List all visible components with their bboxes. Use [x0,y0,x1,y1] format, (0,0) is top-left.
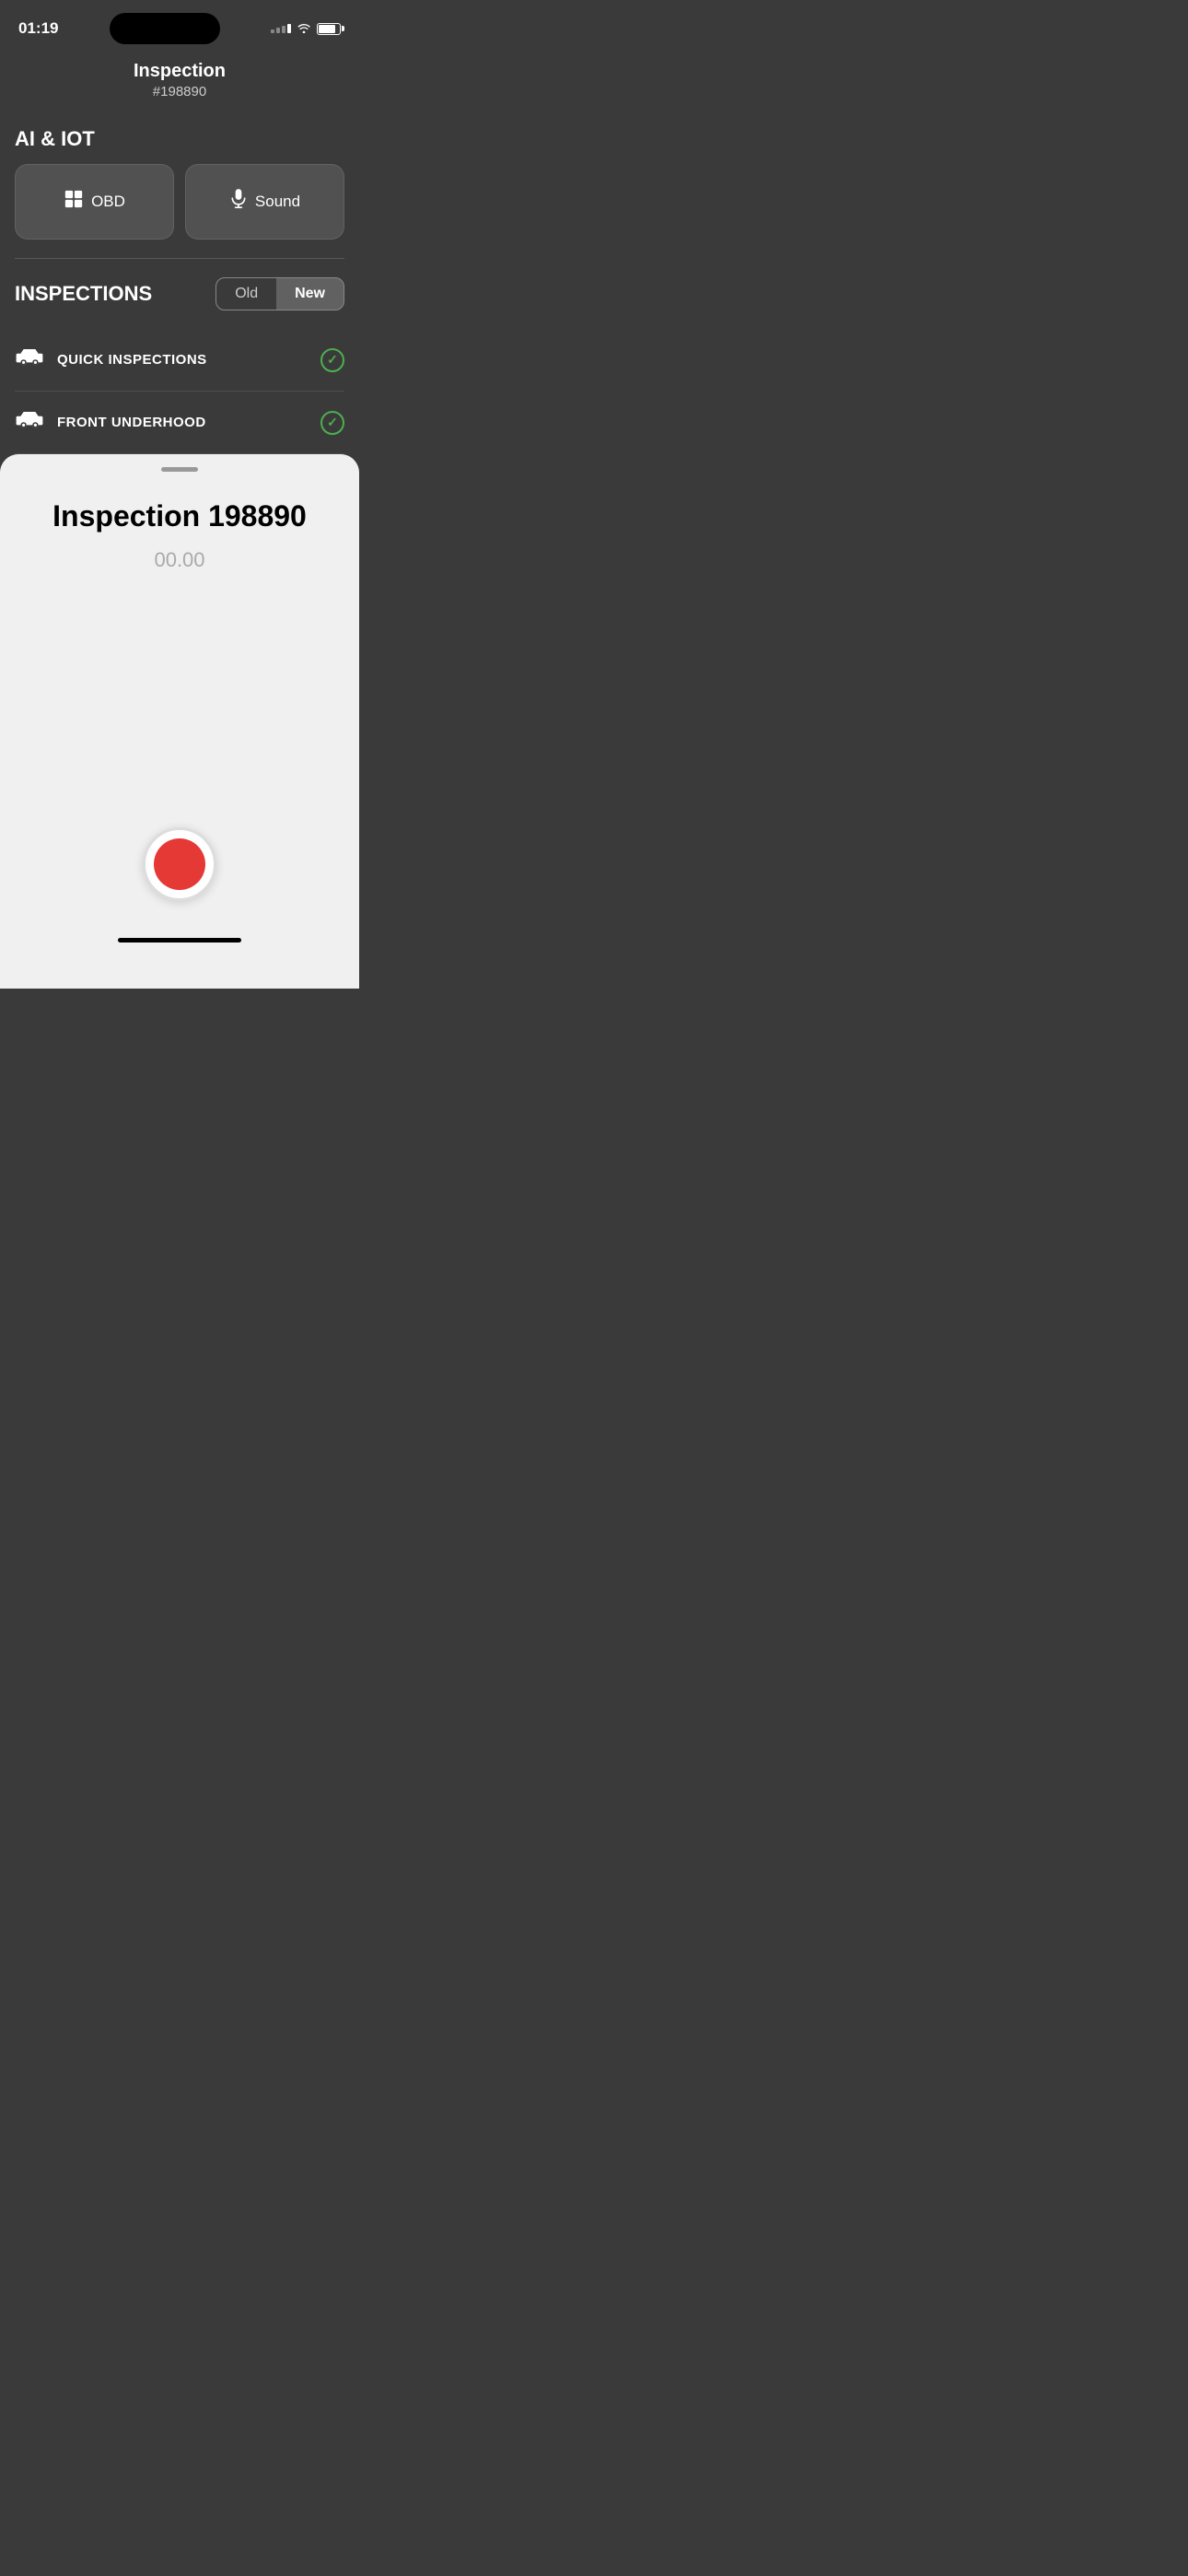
sound-label: Sound [255,193,300,211]
microphone-icon [229,189,248,215]
main-content: AI & IOT OBD Sound [0,127,359,454]
inspections-header: INSPECTIONS Old New [15,277,344,310]
obd-card[interactable]: OBD [15,164,174,240]
sheet-timer: 00.00 [154,548,204,572]
obd-icon [64,189,84,215]
front-underhood-check [320,411,344,435]
page-header: Inspection #198890 [0,52,359,118]
front-underhood-name: FRONT UNDERHOOD [57,415,308,430]
quick-inspection-check [320,348,344,372]
sheet-title: Inspection 198890 [52,499,307,533]
new-toggle-button[interactable]: New [276,278,344,310]
battery-icon [317,23,341,35]
quick-inspection-name: QUICK INSPECTIONS [57,352,308,368]
section-divider [15,258,344,259]
dynamic-island [110,13,220,44]
home-indicator [118,938,241,943]
status-icons [271,21,341,36]
record-button[interactable] [143,827,216,901]
bottom-sheet: Inspection 198890 00.00 [0,454,359,989]
record-button-inner [154,838,205,890]
car-icon-quick [15,345,44,374]
car-icon-front [15,408,44,437]
signal-icon [271,24,291,33]
old-toggle-button[interactable]: Old [216,278,276,310]
status-time: 01:19 [18,19,58,38]
status-bar: 01:19 [0,0,359,52]
ai-iot-label: AI & IOT [15,127,344,151]
wifi-icon [297,21,311,36]
old-new-toggle[interactable]: Old New [215,277,344,310]
inspection-item-front[interactable]: FRONT UNDERHOOD [15,392,344,454]
sheet-handle[interactable] [161,467,198,472]
ai-iot-grid: OBD Sound [15,164,344,240]
inspections-label: INSPECTIONS [15,282,152,306]
inspection-number: #198890 [18,84,341,100]
page-title: Inspection [18,61,341,82]
obd-label: OBD [91,193,125,211]
sound-card[interactable]: Sound [185,164,344,240]
inspection-item-quick[interactable]: QUICK INSPECTIONS [15,329,344,392]
record-button-container [143,827,216,929]
